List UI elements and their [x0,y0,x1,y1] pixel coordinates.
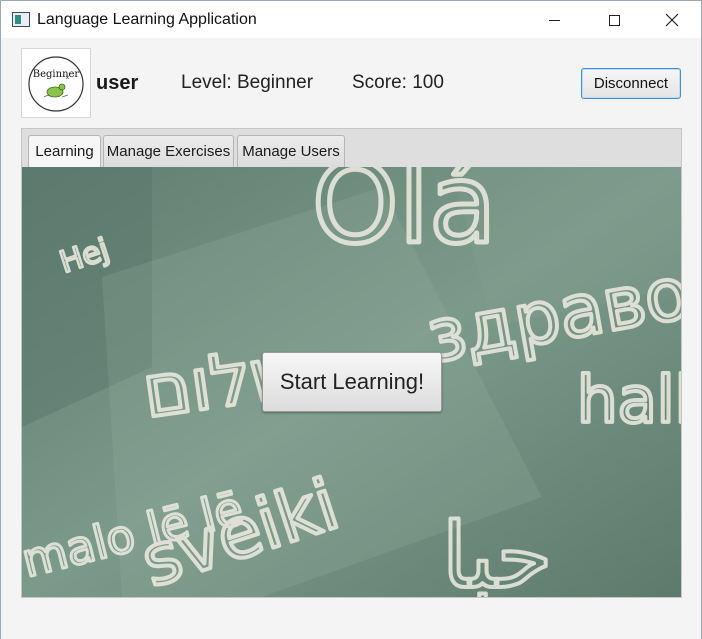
maximize-button[interactable] [591,1,637,39]
app-window-icon [12,12,30,27]
title-bar: Language Learning Application [0,0,702,38]
chalk-word-hall: hall [577,364,681,438]
chalk-word-marhaba: حبا [442,504,552,597]
level-label: Level: Beginner [181,72,314,93]
close-button[interactable] [649,1,695,39]
tab-manage-users[interactable]: Manage Users [237,135,345,167]
maximize-icon [608,14,620,26]
window-border-left [0,38,1,639]
username-label: user [96,72,139,94]
learning-content: Olá Hej שלום здраво hall malo lē lē svei… [22,167,681,597]
disconnect-button[interactable]: Disconnect [581,68,681,99]
window-title: Language Learning Application [37,11,257,28]
minimize-icon [548,19,560,21]
tab-learning[interactable]: Learning [28,135,101,167]
main-tab-pane: Learning Manage Exercises Manage Users O… [21,128,682,598]
close-icon [665,13,679,27]
level-logo: Beginner [21,48,91,118]
tab-strip: Learning Manage Exercises Manage Users [22,129,681,167]
start-learning-button[interactable]: Start Learning! [262,352,442,412]
beginner-badge-icon: Beginner [28,56,84,112]
tab-manage-exercises[interactable]: Manage Exercises [103,135,234,167]
logo-text: Beginner [33,69,80,80]
score-label: Score: 100 [352,72,444,93]
chalk-word-ola: Olá [312,167,497,268]
minimize-button[interactable] [531,1,577,39]
